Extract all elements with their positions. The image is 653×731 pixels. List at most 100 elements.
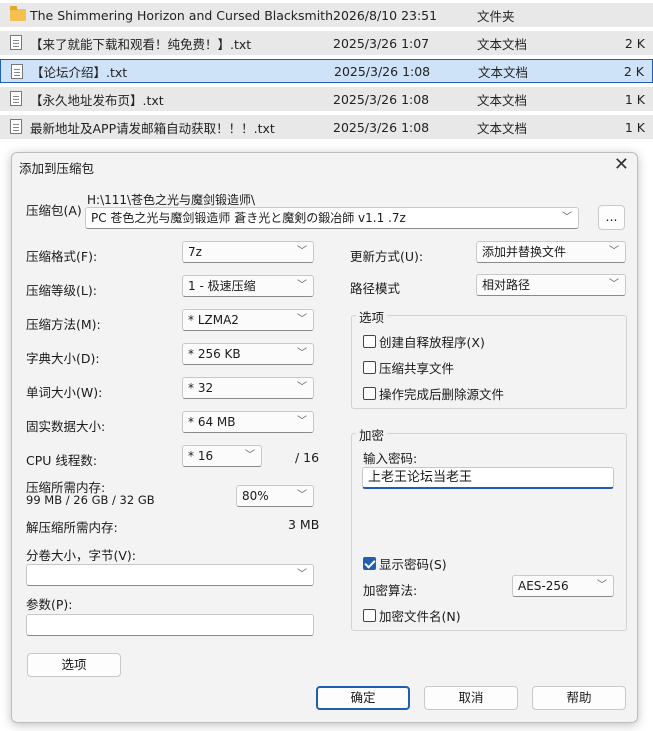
sfx-checkbox[interactable]: 创建自释放程序(X) xyxy=(363,332,485,351)
method-value: * LZMA2 xyxy=(188,313,239,327)
checkbox-box xyxy=(363,387,376,400)
algo-select[interactable]: AES-256 ﹀ xyxy=(512,575,614,597)
params-input[interactable] xyxy=(26,614,314,636)
method-label: 压缩方法(M): xyxy=(26,317,101,332)
checkbox-box xyxy=(363,609,376,622)
show-password-label: 显示密码(S) xyxy=(379,557,447,572)
split-select[interactable]: ﹀ xyxy=(26,564,314,586)
file-name: 【来了就能下载和观看！纯免费！】.txt xyxy=(30,36,252,52)
mem-value: 80% xyxy=(242,489,269,503)
file-type: 文件夹 xyxy=(477,8,515,24)
chevron-down-icon: ﹀ xyxy=(562,212,572,223)
browse-button[interactable]: ... xyxy=(598,205,625,230)
chevron-down-icon: ﹀ xyxy=(297,490,307,501)
cpu-label: CPU 线程数: xyxy=(26,453,98,468)
folder-icon xyxy=(10,6,26,23)
algo-value: AES-256 xyxy=(518,579,569,593)
path-select[interactable]: 相对路径 ﹀ xyxy=(476,274,626,296)
file-row-selected[interactable]: 【论坛介绍】.txt 2025/3/26 1:08 文本文档 2 K xyxy=(0,59,653,83)
close-icon[interactable]: ✕ xyxy=(614,155,629,175)
checkbox-box xyxy=(363,335,376,348)
solid-select[interactable]: * 64 MB ﹀ xyxy=(182,411,314,433)
chevron-down-icon: ﹀ xyxy=(597,580,607,591)
solid-label: 固实数据大小: xyxy=(26,419,106,434)
chevron-down-icon: ﹀ xyxy=(609,279,619,290)
chevron-down-icon: ﹀ xyxy=(609,246,619,257)
file-name: 【永久地址发布页】.txt xyxy=(30,92,164,108)
file-size: 1 K xyxy=(624,91,645,107)
chevron-down-icon: ﹀ xyxy=(297,569,307,580)
update-label: 更新方式(U): xyxy=(350,249,424,264)
options-group-title: 选项 xyxy=(356,307,388,326)
word-value: * 32 xyxy=(188,381,214,395)
dict-label: 字典大小(D): xyxy=(26,351,100,366)
dict-value: * 256 KB xyxy=(188,347,241,361)
file-type: 文本文档 xyxy=(477,120,528,136)
format-label: 压缩格式(F): xyxy=(26,249,98,264)
file-size: 2 K xyxy=(623,63,644,79)
shared-checkbox[interactable]: 压缩共享文件 xyxy=(363,358,454,377)
file-size: 2 K xyxy=(624,35,645,51)
chevron-down-icon: ﹀ xyxy=(297,416,307,427)
ok-button[interactable]: 确定 xyxy=(316,686,410,710)
delete-after-checkbox[interactable]: 操作完成后删除源文件 xyxy=(363,384,504,403)
file-row[interactable]: 【来了就能下载和观看！纯免费！】.txt 2025/3/26 1:07 文本文档… xyxy=(0,31,653,55)
chevron-down-icon: ﹀ xyxy=(297,314,307,325)
level-label: 压缩等级(L): xyxy=(26,283,97,298)
archive-name-combo[interactable]: PC 苍色之光与魔剑锻造师 蒼き光と魔剣の鍛冶師 v1.1 .7z ﹀ xyxy=(85,207,579,229)
shared-label: 压缩共享文件 xyxy=(379,361,455,376)
password-label: 输入密码: xyxy=(363,451,418,466)
text-file-icon xyxy=(10,35,24,51)
chevron-down-icon: ﹀ xyxy=(297,246,307,257)
archive-directory: H:\111\苍色之光与魔剑锻造师\ xyxy=(87,193,256,207)
algo-label: 加密算法: xyxy=(363,583,418,598)
file-date: 2025/3/26 1:08 xyxy=(334,63,431,79)
encrypt-names-label: 加密文件名(N) xyxy=(379,609,461,624)
word-select[interactable]: * 32 ﹀ xyxy=(182,377,314,399)
file-row-folder[interactable]: The Shimmering Horizon and Cursed Blacks… xyxy=(0,3,653,27)
cpu-select[interactable]: * 16 ﹀ xyxy=(182,445,262,467)
delete-after-label: 操作完成后删除源文件 xyxy=(379,387,505,402)
chevron-down-icon: ﹀ xyxy=(297,382,307,393)
solid-value: * 64 MB xyxy=(188,415,236,429)
encrypt-names-checkbox[interactable]: 加密文件名(N) xyxy=(363,606,461,625)
file-type: 文本文档 xyxy=(477,36,528,52)
archive-label: 压缩包(A) xyxy=(26,203,82,218)
level-select[interactable]: 1 - 极速压缩 ﹀ xyxy=(182,275,314,297)
file-name: 最新地址及APP请发邮箱自动获取！！！.txt xyxy=(30,120,275,136)
file-name: 【论坛介绍】.txt xyxy=(31,64,128,80)
help-button[interactable]: 帮助 xyxy=(532,686,626,710)
file-date: 2025/3/26 1:08 xyxy=(333,91,430,107)
file-date: 2025/3/26 1:07 xyxy=(333,35,430,51)
file-date: 2026/8/10 23:51 xyxy=(333,7,438,23)
file-size: 1 K xyxy=(624,119,645,135)
text-file-icon xyxy=(11,64,25,80)
encryption-group-title: 加密 xyxy=(356,425,388,444)
show-password-checkbox[interactable]: 显示密码(S) xyxy=(363,554,447,573)
method-select[interactable]: * LZMA2 ﹀ xyxy=(182,309,314,331)
decomp-label: 解压缩所需内存: xyxy=(26,520,118,535)
level-value: 1 - 极速压缩 xyxy=(188,279,256,293)
dict-select[interactable]: * 256 KB ﹀ xyxy=(182,343,314,365)
path-label: 路径模式 xyxy=(350,281,401,296)
file-date: 2025/3/26 1:08 xyxy=(333,119,430,135)
cancel-button[interactable]: 取消 xyxy=(424,686,518,710)
decomp-value: 3 MB xyxy=(288,517,320,532)
file-row[interactable]: 最新地址及APP请发邮箱自动获取！！！.txt 2025/3/26 1:08 文… xyxy=(0,115,653,139)
file-row[interactable]: 【永久地址发布页】.txt 2025/3/26 1:08 文本文档 1 K xyxy=(0,87,653,111)
update-value: 添加并替换文件 xyxy=(482,245,567,259)
dialog-title: 添加到压缩包 xyxy=(19,161,95,176)
file-type: 文本文档 xyxy=(478,64,529,80)
update-select[interactable]: 添加并替换文件 ﹀ xyxy=(476,241,626,263)
format-select[interactable]: 7z ﹀ xyxy=(182,241,314,263)
cpu-value: * 16 xyxy=(188,449,214,463)
path-value: 相对路径 xyxy=(482,278,531,292)
split-label: 分卷大小，字节(V): xyxy=(26,548,137,563)
password-input[interactable]: 上老王论坛当老王 xyxy=(362,467,614,489)
word-label: 单词大小(W): xyxy=(26,385,103,400)
add-to-archive-dialog: 添加到压缩包 ✕ 压缩包(A) H:\111\苍色之光与魔剑锻造师\ PC 苍色… xyxy=(11,152,638,723)
mem-select[interactable]: 80% ﹀ xyxy=(236,485,314,507)
text-file-icon xyxy=(10,91,24,107)
format-value: 7z xyxy=(188,245,202,259)
options-button[interactable]: 选项 xyxy=(27,653,121,677)
